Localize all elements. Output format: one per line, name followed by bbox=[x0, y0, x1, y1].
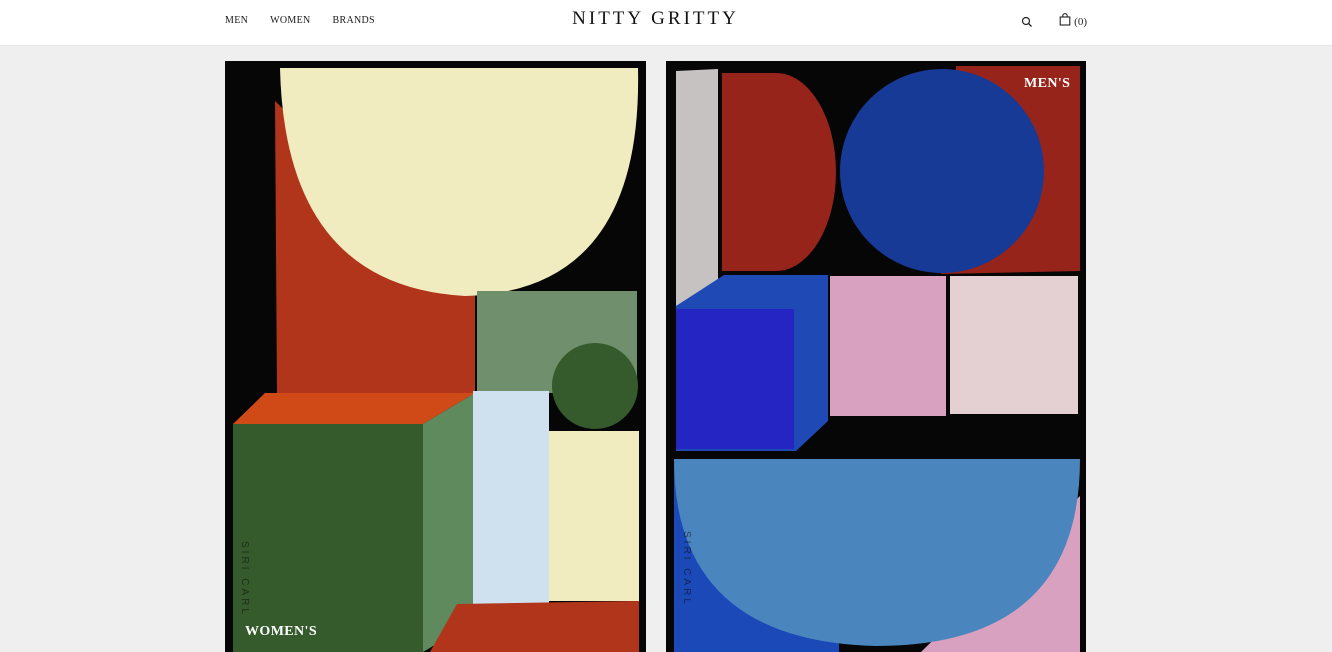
womens-label: WOMEN'S bbox=[245, 624, 318, 639]
cart-button[interactable]: (0) bbox=[1059, 13, 1087, 31]
cart-count: (0) bbox=[1074, 16, 1087, 28]
mens-artwork bbox=[666, 61, 1086, 652]
site-header: MEN WOMEN BRANDS NITTY GRITTY (0) bbox=[0, 0, 1332, 46]
shopping-bag-icon bbox=[1059, 13, 1071, 31]
header-actions: (0) bbox=[1021, 13, 1087, 31]
mens-category-tile[interactable]: SIRI CARL MEN'S bbox=[666, 61, 1086, 652]
mens-label: MEN'S bbox=[1024, 76, 1071, 91]
search-icon[interactable] bbox=[1021, 16, 1033, 28]
artwork-signature: SIRI CARL bbox=[681, 531, 692, 607]
womens-category-tile[interactable]: SIRI CARL WOMEN'S bbox=[225, 61, 646, 652]
artwork-signature: SIRI CARL bbox=[239, 541, 250, 617]
womens-artwork bbox=[225, 61, 646, 652]
site-logo[interactable]: NITTY GRITTY bbox=[0, 8, 1311, 30]
